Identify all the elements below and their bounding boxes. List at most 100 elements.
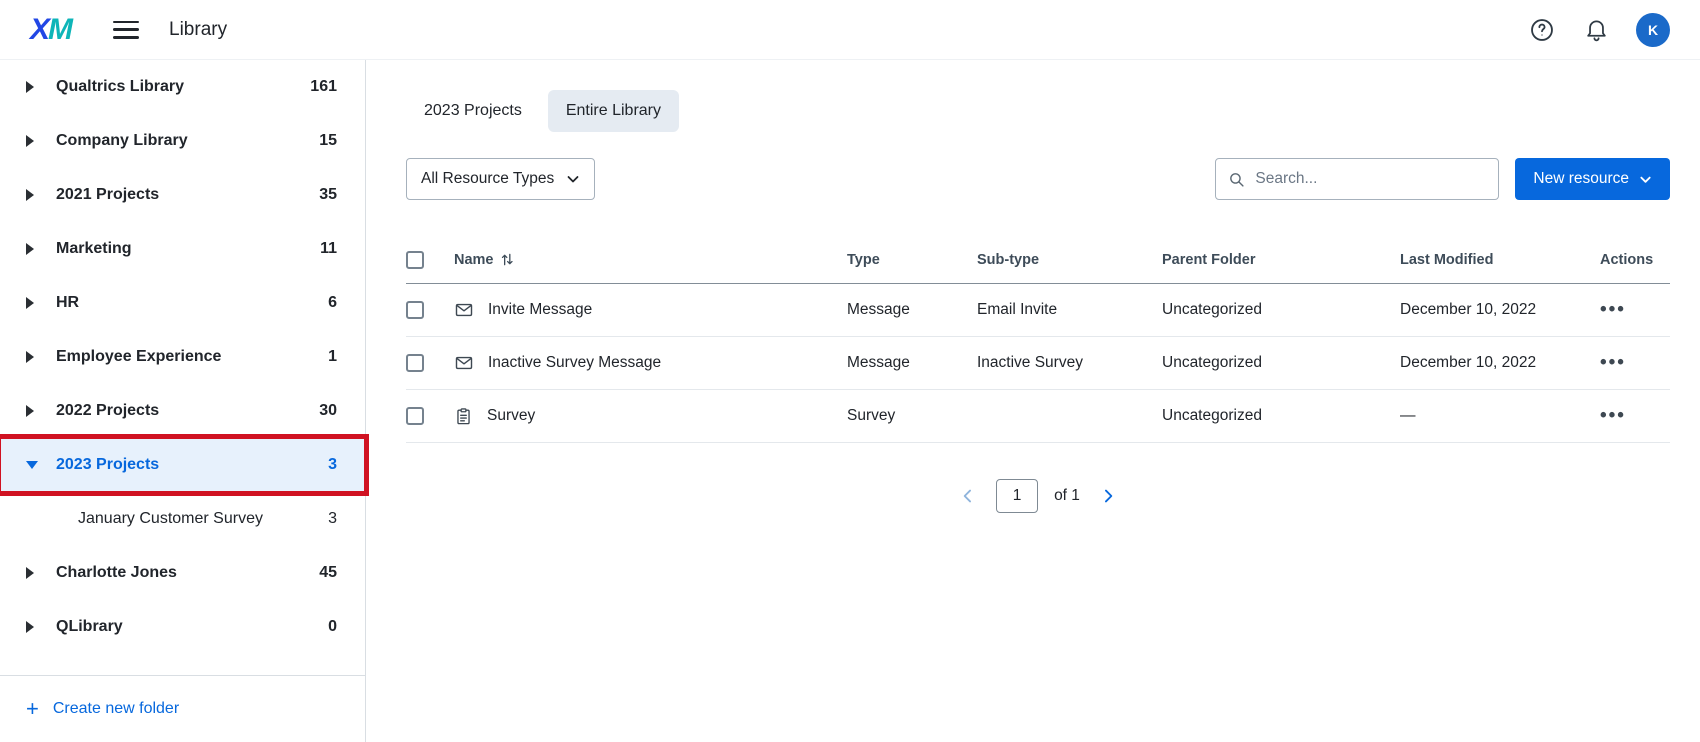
notifications-bell-icon[interactable] [1582,16,1610,44]
sidebar-item-label: QLibrary [56,618,123,636]
expand-arrow-icon[interactable] [26,243,38,255]
sidebar-item-marketing[interactable]: Marketing 11 [0,222,365,276]
create-new-folder-button[interactable]: + Create new folder [0,676,365,742]
new-resource-button[interactable]: New resource [1515,158,1670,200]
sidebar-item-label: Company Library [56,132,188,150]
select-all-checkbox[interactable] [406,251,424,269]
search-box[interactable] [1215,158,1499,200]
sidebar-divider: + Create new folder [0,675,365,742]
column-header-name[interactable]: Name [454,252,847,268]
column-header-parent-folder[interactable]: Parent Folder [1162,252,1400,268]
resource-parent-folder: Uncategorized [1162,301,1400,319]
sidebar-item-company-library[interactable]: Company Library 15 [0,114,365,168]
expand-arrow-icon[interactable] [26,621,38,633]
resource-subtype: Inactive Survey [977,354,1162,372]
resource-name[interactable]: Inactive Survey Message [488,354,661,372]
sidebar-item-hr[interactable]: HR 6 [0,276,365,330]
collapse-arrow-icon[interactable] [26,461,38,469]
row-actions-menu-icon[interactable]: ••• [1600,299,1626,321]
resource-name[interactable]: Invite Message [488,301,592,319]
page-count-label: of 1 [1054,487,1080,505]
table-header-row: Name Type Sub-type Parent Folder Last Mo… [406,236,1670,284]
survey-icon [454,407,473,426]
table-row[interactable]: Inactive Survey Message Message Inactive… [406,337,1670,390]
previous-page-icon[interactable] [956,484,980,508]
new-resource-label: New resource [1533,170,1629,188]
row-checkbox[interactable] [406,354,424,372]
sort-icon[interactable] [500,252,514,267]
tab-2023-projects[interactable]: 2023 Projects [406,90,540,132]
table-row[interactable]: Survey Survey Uncategorized — ••• [406,390,1670,443]
column-header-type[interactable]: Type [847,252,977,268]
resource-type: Message [847,301,977,319]
table-row[interactable]: Invite Message Message Email Invite Unca… [406,284,1670,337]
sidebar-item-count: 1 [328,348,337,366]
resource-type: Survey [847,407,977,425]
sidebar-item-january-customer-survey[interactable]: January Customer Survey 3 [0,492,365,546]
search-input[interactable] [1255,170,1486,188]
sidebar-item-qlibrary[interactable]: QLibrary 0 [0,600,365,654]
sidebar-item-2023-projects[interactable]: 2023 Projects 3 [0,438,365,492]
sidebar-item-count: 30 [319,402,337,420]
sidebar-item-qualtrics-library[interactable]: Qualtrics Library 161 [0,60,365,114]
column-header-actions: Actions [1600,252,1670,268]
expand-arrow-icon[interactable] [26,189,38,201]
page-number-input[interactable]: 1 [996,479,1038,513]
hamburger-menu-icon[interactable] [113,20,139,40]
resource-last-modified: — [1400,407,1600,425]
expand-arrow-icon[interactable] [26,135,38,147]
column-header-subtype[interactable]: Sub-type [977,252,1162,268]
sidebar-item-label: January Customer Survey [78,510,263,528]
resource-last-modified: December 10, 2022 [1400,354,1600,372]
column-header-last-modified[interactable]: Last Modified [1400,252,1600,268]
resources-table: Name Type Sub-type Parent Folder Last Mo… [406,236,1670,443]
expand-arrow-icon[interactable] [26,405,38,417]
sidebar-item-charlotte-jones[interactable]: Charlotte Jones 45 [0,546,365,600]
folder-sidebar: Qualtrics Library 161 Company Library 15… [0,60,366,742]
sidebar-item-count: 0 [328,618,337,636]
sidebar-item-label: 2021 Projects [56,186,159,204]
user-avatar[interactable]: K [1636,13,1670,47]
sidebar-item-count: 161 [310,78,337,96]
resource-parent-folder: Uncategorized [1162,407,1400,425]
row-actions-menu-icon[interactable]: ••• [1600,352,1626,374]
resource-type-filter-label: All Resource Types [421,170,554,188]
chevron-down-icon [1639,173,1652,186]
pagination: 1 of 1 [406,479,1670,513]
chevron-down-icon [566,172,580,186]
sidebar-item-employee-experience[interactable]: Employee Experience 1 [0,330,365,384]
page-title: Library [169,19,227,41]
sidebar-item-label: HR [56,294,79,312]
resource-subtype: Email Invite [977,301,1162,319]
plus-icon: + [26,701,39,717]
expand-arrow-icon[interactable] [26,567,38,579]
resource-type-filter-dropdown[interactable]: All Resource Types [406,158,595,200]
next-page-icon[interactable] [1096,484,1120,508]
sidebar-item-count: 45 [319,564,337,582]
resource-type: Message [847,354,977,372]
sidebar-item-label: Charlotte Jones [56,564,177,582]
row-actions-menu-icon[interactable]: ••• [1600,405,1626,427]
sidebar-item-count: 6 [328,294,337,312]
help-icon[interactable] [1528,16,1556,44]
expand-arrow-icon[interactable] [26,351,38,363]
sidebar-item-count: 15 [319,132,337,150]
expand-arrow-icon[interactable] [26,297,38,309]
search-icon [1228,170,1245,189]
sidebar-item-label: Qualtrics Library [56,78,184,96]
row-checkbox[interactable] [406,407,424,425]
envelope-icon [454,353,474,373]
tab-entire-library[interactable]: Entire Library [548,90,679,132]
envelope-icon [454,300,474,320]
library-content: 2023 Projects Entire Library All Resourc… [366,60,1700,742]
row-checkbox[interactable] [406,301,424,319]
sidebar-item-2021-projects[interactable]: 2021 Projects 35 [0,168,365,222]
sidebar-item-label: 2022 Projects [56,402,159,420]
sidebar-item-count: 11 [320,240,337,258]
sidebar-item-label: 2023 Projects [56,456,159,474]
sidebar-item-label: Employee Experience [56,348,221,366]
expand-arrow-icon[interactable] [26,81,38,93]
resource-name[interactable]: Survey [487,407,535,425]
sidebar-item-2022-projects[interactable]: 2022 Projects 30 [0,384,365,438]
resource-parent-folder: Uncategorized [1162,354,1400,372]
